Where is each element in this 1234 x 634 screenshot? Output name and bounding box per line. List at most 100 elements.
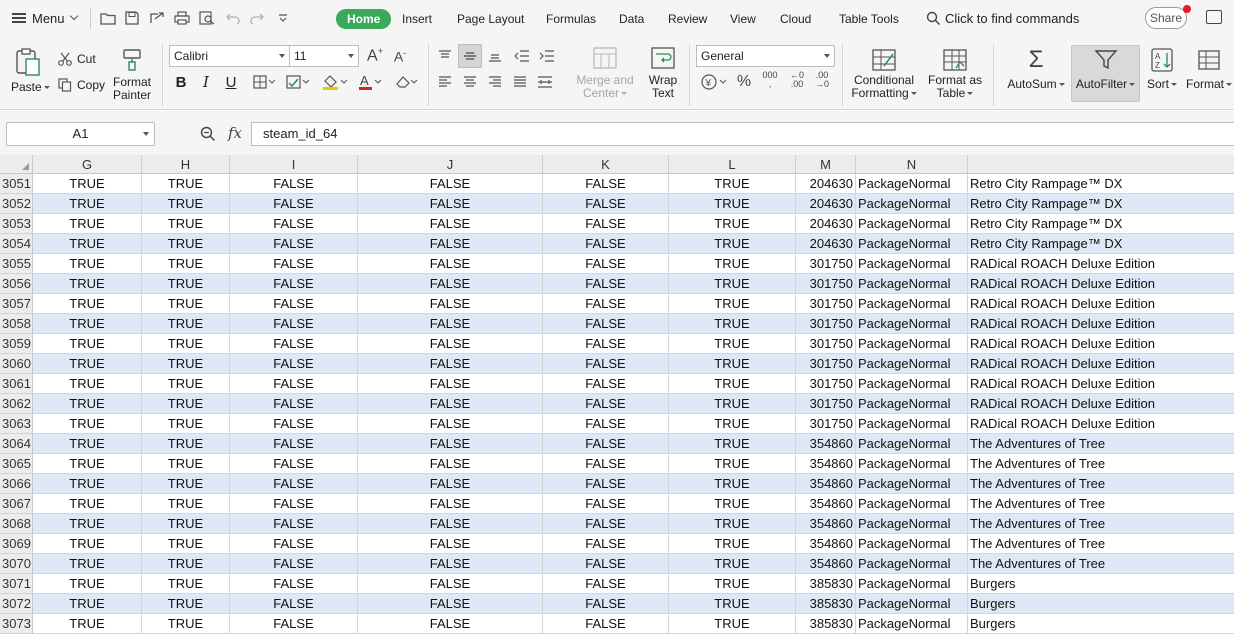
cell-col-k[interactable]: FALSE [543,534,669,554]
cell-col-k[interactable]: FALSE [543,274,669,294]
font-name-select[interactable]: Calibri [169,45,290,67]
row-header[interactable]: 3058 [0,314,33,334]
cell-col-o[interactable]: RADical ROACH Deluxe Edition [968,314,1234,334]
cell-col-l[interactable]: TRUE [669,514,796,534]
cell-col-h[interactable]: TRUE [142,214,230,234]
row-header[interactable]: 3073 [0,614,33,634]
cell-col-l[interactable]: TRUE [669,294,796,314]
cell-col-k[interactable]: FALSE [543,414,669,434]
cell-col-l[interactable]: TRUE [669,394,796,414]
cell-col-m[interactable]: 301750 [796,314,856,334]
cell-col-h[interactable]: TRUE [142,534,230,554]
cell-col-l[interactable]: TRUE [669,254,796,274]
cell-col-m[interactable]: 204630 [796,194,856,214]
cell-col-n[interactable]: PackageNormal [856,294,968,314]
cell-col-j[interactable]: FALSE [358,234,543,254]
cell-col-l[interactable]: TRUE [669,594,796,614]
cell-col-i[interactable]: FALSE [230,594,358,614]
cell-col-i[interactable]: FALSE [230,534,358,554]
cell-col-i[interactable]: FALSE [230,214,358,234]
find-commands-search[interactable]: Click to find commands [926,8,1079,28]
cell-col-m[interactable]: 301750 [796,354,856,374]
cell-col-i[interactable]: FALSE [230,234,358,254]
cell-style-button[interactable] [284,72,312,92]
cell-col-k[interactable]: FALSE [543,454,669,474]
tab-review[interactable]: Review [668,9,707,29]
cell-col-g[interactable]: TRUE [33,574,142,594]
cell-col-k[interactable]: FALSE [543,474,669,494]
cell-col-m[interactable]: 385830 [796,614,856,634]
cell-col-g[interactable]: TRUE [33,474,142,494]
cell-col-h[interactable]: TRUE [142,174,230,194]
cell-col-m[interactable]: 301750 [796,414,856,434]
cell-col-l[interactable]: TRUE [669,374,796,394]
cell-col-k[interactable]: FALSE [543,514,669,534]
cell-col-m[interactable]: 204630 [796,234,856,254]
cell-col-o[interactable]: Burgers [968,594,1234,614]
format-as-table-button[interactable]: Format as Table [926,48,984,100]
cell-col-o[interactable]: RADical ROACH Deluxe Edition [968,254,1234,274]
insert-function-button[interactable]: fx [228,124,242,142]
cell-col-j[interactable]: FALSE [358,574,543,594]
cell-col-g[interactable]: TRUE [33,494,142,514]
cell-col-o[interactable]: RADical ROACH Deluxe Edition [968,374,1234,394]
cell-col-l[interactable]: TRUE [669,494,796,514]
comment-icon[interactable] [1206,5,1222,24]
row-header[interactable]: 3061 [0,374,33,394]
font-size-select[interactable]: 11 [289,45,359,67]
cell-col-k[interactable]: FALSE [543,434,669,454]
cell-col-o[interactable]: RADical ROACH Deluxe Edition [968,394,1234,414]
formula-input[interactable]: steam_id_64 [251,122,1234,146]
row-header[interactable]: 3055 [0,254,33,274]
cell-col-h[interactable]: TRUE [142,294,230,314]
cell-col-k[interactable]: FALSE [543,254,669,274]
distributed-button[interactable] [534,72,556,92]
cell-col-j[interactable]: FALSE [358,294,543,314]
thousands-separator-button[interactable]: 000, [758,70,782,90]
column-header-j[interactable]: J [358,155,543,174]
cell-col-l[interactable]: TRUE [669,474,796,494]
clear-button[interactable] [392,72,420,92]
row-header[interactable]: 3064 [0,434,33,454]
cell-col-n[interactable]: PackageNormal [856,394,968,414]
cell-col-i[interactable]: FALSE [230,294,358,314]
cell-col-m[interactable]: 301750 [796,274,856,294]
row-header[interactable]: 3067 [0,494,33,514]
cell-col-j[interactable]: FALSE [358,314,543,334]
share-button[interactable]: Share [1145,7,1187,29]
save-button[interactable] [123,10,141,26]
cell-col-h[interactable]: TRUE [142,474,230,494]
sort-button[interactable]: AZ Sort [1144,48,1180,91]
cell-col-i[interactable]: FALSE [230,374,358,394]
row-header[interactable]: 3063 [0,414,33,434]
cell-col-l[interactable]: TRUE [669,534,796,554]
cell-col-o[interactable]: RADical ROACH Deluxe Edition [968,414,1234,434]
cell-col-l[interactable]: TRUE [669,214,796,234]
cell-col-k[interactable]: FALSE [543,194,669,214]
align-right-button[interactable] [484,72,506,92]
cell-col-o[interactable]: RADical ROACH Deluxe Edition [968,354,1234,374]
cell-col-o[interactable]: The Adventures of Tree [968,494,1234,514]
cell-col-m[interactable]: 301750 [796,334,856,354]
cell-col-m[interactable]: 354860 [796,474,856,494]
cell-col-i[interactable]: FALSE [230,394,358,414]
cell-col-j[interactable]: FALSE [358,494,543,514]
cell-col-n[interactable]: PackageNormal [856,474,968,494]
cell-col-g[interactable]: TRUE [33,394,142,414]
cell-col-j[interactable]: FALSE [358,414,543,434]
cell-col-l[interactable]: TRUE [669,554,796,574]
cell-col-m[interactable]: 301750 [796,294,856,314]
cell-col-i[interactable]: FALSE [230,194,358,214]
format-painter-button[interactable]: Format Painter [110,48,154,102]
cell-col-g[interactable]: TRUE [33,554,142,574]
cell-col-l[interactable]: TRUE [669,314,796,334]
cell-col-g[interactable]: TRUE [33,454,142,474]
export-button[interactable] [148,10,166,26]
cell-col-o[interactable]: The Adventures of Tree [968,534,1234,554]
cell-col-g[interactable]: TRUE [33,274,142,294]
cell-col-i[interactable]: FALSE [230,434,358,454]
align-bottom-button[interactable] [484,46,506,66]
cell-col-o[interactable]: Burgers [968,574,1234,594]
row-header[interactable]: 3068 [0,514,33,534]
row-header[interactable]: 3065 [0,454,33,474]
